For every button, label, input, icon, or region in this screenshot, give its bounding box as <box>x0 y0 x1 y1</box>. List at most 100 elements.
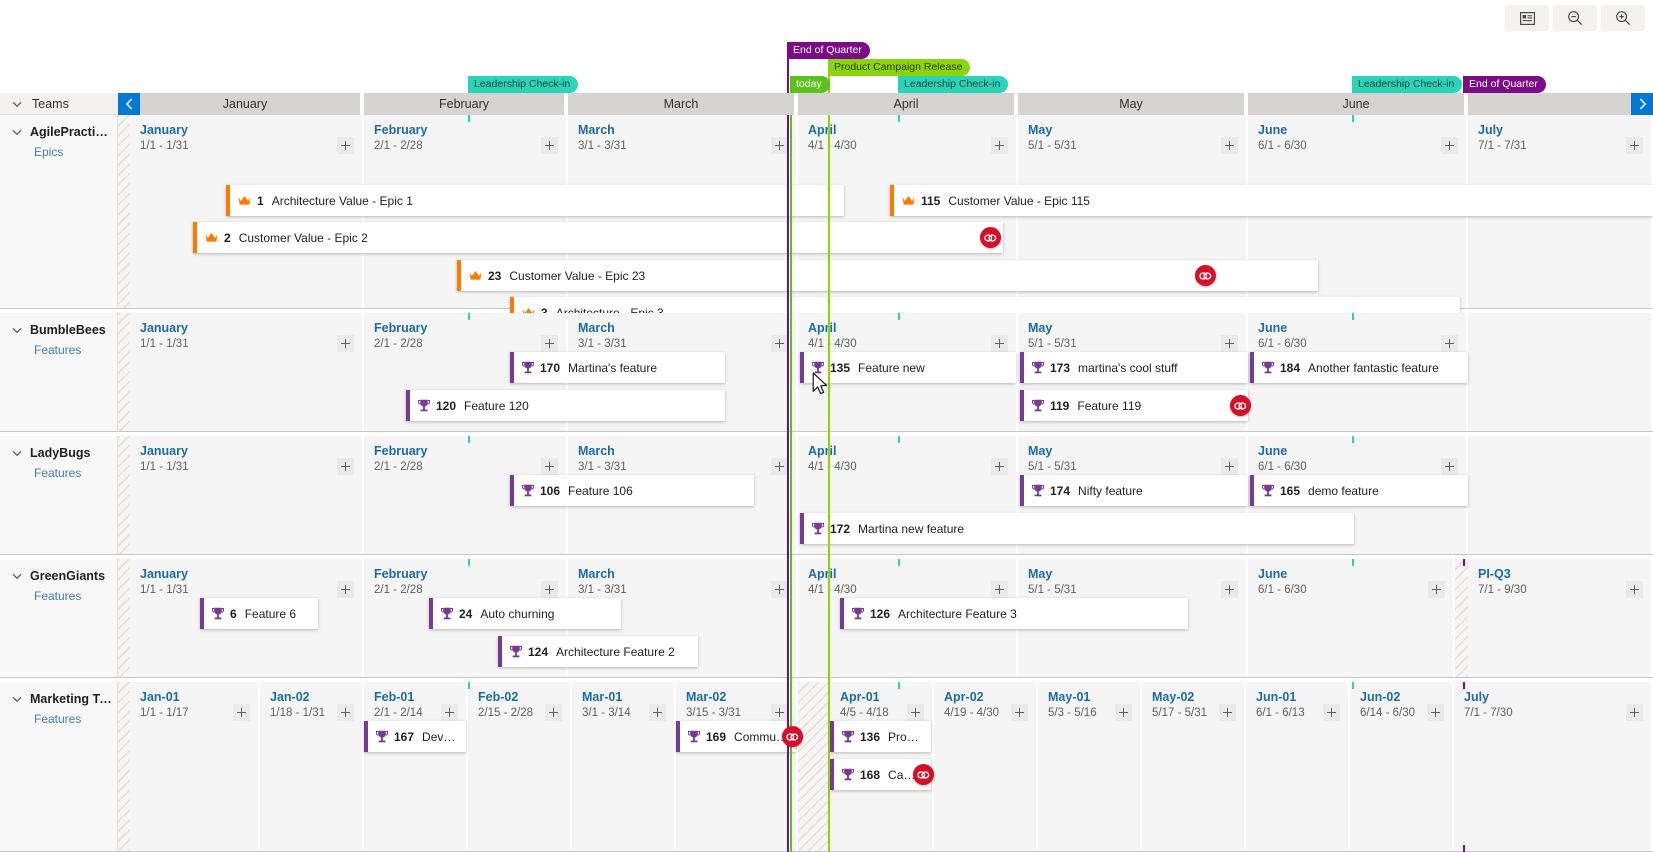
epic-card[interactable]: 115 Customer Value - Epic 115 <box>890 185 1653 216</box>
feature-card[interactable]: 169Communica... <box>676 721 796 752</box>
zoom-in-button[interactable] <box>1601 5 1645 31</box>
feature-card[interactable]: 170 Martina's feature <box>510 352 725 383</box>
feature-card[interactable]: 124 Architecture Feature 2 <box>498 636 698 667</box>
add-work-item-button[interactable] <box>233 704 250 721</box>
add-work-item-button[interactable] <box>541 335 558 352</box>
add-work-item-button[interactable] <box>991 137 1008 154</box>
dependency-badge[interactable] <box>782 726 803 747</box>
iteration-cell[interactable]: June 6/1 - 6/30 <box>1248 559 1455 677</box>
add-work-item-button[interactable] <box>907 704 924 721</box>
milestone-end-of-quarter-apr[interactable]: End of Quarter <box>787 42 870 59</box>
feature-card[interactable]: 136 Produc... <box>830 721 931 752</box>
feature-card[interactable]: 119 Feature 119 <box>1020 390 1248 421</box>
epic-card[interactable]: 1 Architecture Value - Epic 1 <box>226 185 844 216</box>
add-work-item-button[interactable] <box>545 704 562 721</box>
add-work-item-button[interactable] <box>337 581 354 598</box>
add-work-item-button[interactable] <box>1427 704 1444 721</box>
add-work-item-button[interactable] <box>1219 704 1236 721</box>
dependency-badge[interactable] <box>1230 395 1251 416</box>
teams-column-header[interactable]: Teams <box>0 93 118 115</box>
iteration-cell[interactable]: Jun-02 6/14 - 6/30 <box>1350 682 1454 851</box>
add-work-item-button[interactable] <box>771 137 788 154</box>
iteration-cell[interactable]: Mar-02 3/15 - 3/31 <box>676 682 798 851</box>
feature-card[interactable]: 165 demo feature <box>1250 475 1468 506</box>
iteration-cell[interactable]: Feb-02 2/15 - 2/28 <box>468 682 572 851</box>
add-work-item-button[interactable] <box>541 137 558 154</box>
add-work-item-button[interactable] <box>771 458 788 475</box>
milestone-product-campaign-release[interactable]: Product Campaign Release <box>828 59 971 76</box>
chevron-down-icon[interactable] <box>12 692 22 706</box>
chevron-down-icon[interactable] <box>12 446 22 460</box>
iteration-cell[interactable]: Jan-01 1/1 - 1/17 <box>130 682 260 851</box>
milestone-end-of-quarter-jul[interactable]: End of Quarter <box>1463 76 1546 93</box>
milestone-leadership-check-in-jun[interactable]: Leadership Check-in <box>1352 76 1463 93</box>
add-work-item-button[interactable] <box>991 335 1008 352</box>
add-work-item-button[interactable] <box>1626 704 1643 721</box>
add-work-item-button[interactable] <box>1221 581 1238 598</box>
dependency-badge[interactable] <box>980 227 1001 248</box>
add-work-item-button[interactable] <box>337 704 354 721</box>
add-work-item-button[interactable] <box>649 704 666 721</box>
feature-card[interactable]: 172 Martina new feature <box>800 513 1354 544</box>
zoom-out-button[interactable] <box>1553 5 1597 31</box>
feature-card[interactable]: 120 Feature 120 <box>406 390 725 421</box>
add-work-item-button[interactable] <box>1323 704 1340 721</box>
iteration-cell[interactable]: Mar-01 3/1 - 3/14 <box>572 682 676 851</box>
add-work-item-button[interactable] <box>1221 458 1238 475</box>
add-work-item-button[interactable] <box>441 704 458 721</box>
scroll-left-button[interactable] <box>118 93 140 115</box>
add-work-item-button[interactable] <box>1626 137 1643 154</box>
team-label-cell-marketing-team[interactable]: Marketing Team Features <box>0 682 118 851</box>
plan-settings-button[interactable] <box>1505 5 1549 31</box>
add-work-item-button[interactable] <box>1221 335 1238 352</box>
team-label-cell-bumblebees[interactable]: BumbleBees Features <box>0 313 118 431</box>
feature-card[interactable]: 106 Feature 106 <box>510 475 754 506</box>
iteration-cell[interactable]: May-01 5/3 - 5/16 <box>1038 682 1142 851</box>
team-label-cell-greengiants[interactable]: GreenGiants Features <box>0 559 118 677</box>
iteration-cell[interactable] <box>1468 436 1653 554</box>
iteration-cell[interactable]: PI-Q3 7/1 - 9/30 <box>1468 559 1653 677</box>
team-label-cell-agilepractices-t[interactable]: AgilePractices T... Epics <box>0 115 118 308</box>
feature-card[interactable]: 24 Auto churning <box>429 598 621 629</box>
add-work-item-button[interactable] <box>541 581 558 598</box>
milestone-leadership-check-in-apr[interactable]: Leadership Check-in <box>898 76 1009 93</box>
add-work-item-button[interactable] <box>991 581 1008 598</box>
iteration-cell[interactable]: Feb-01 2/1 - 2/14 <box>364 682 468 851</box>
chevron-down-icon[interactable] <box>12 323 22 337</box>
feature-card[interactable]: 135 Feature new <box>800 352 1016 383</box>
add-work-item-button[interactable] <box>771 581 788 598</box>
epic-card[interactable]: 2 Customer Value - Epic 2 <box>193 222 1003 253</box>
add-work-item-button[interactable] <box>337 335 354 352</box>
add-work-item-button[interactable] <box>1428 581 1445 598</box>
add-work-item-button[interactable] <box>771 704 788 721</box>
feature-card[interactable]: 167 Develo... <box>364 721 466 752</box>
feature-card[interactable]: 173 martina's cool stuff <box>1020 352 1248 383</box>
add-work-item-button[interactable] <box>337 137 354 154</box>
team-label-cell-ladybugs[interactable]: LadyBugs Features <box>0 436 118 554</box>
marker-today[interactable]: today <box>790 76 830 93</box>
chevron-down-icon[interactable] <box>12 569 22 583</box>
dependency-badge[interactable] <box>1195 265 1216 286</box>
epic-card[interactable]: 23 Customer Value - Epic 23 <box>457 260 1318 291</box>
add-work-item-button[interactable] <box>541 458 558 475</box>
add-work-item-button[interactable] <box>1441 335 1458 352</box>
add-work-item-button[interactable] <box>1115 704 1132 721</box>
chevron-down-icon[interactable] <box>12 125 22 139</box>
scroll-right-button[interactable] <box>1631 93 1653 115</box>
feature-card[interactable]: 174 Nifty feature <box>1020 475 1248 506</box>
add-work-item-button[interactable] <box>991 458 1008 475</box>
iteration-cell[interactable]: January 1/1 - 1/31 <box>130 313 364 431</box>
add-work-item-button[interactable] <box>1221 137 1238 154</box>
iteration-cell[interactable]: Jun-01 6/1 - 6/13 <box>1246 682 1350 851</box>
feature-card[interactable]: 184 Another fantastic feature <box>1250 352 1468 383</box>
add-work-item-button[interactable] <box>1626 581 1643 598</box>
feature-card[interactable]: 126 Architecture Feature 3 <box>840 598 1188 629</box>
iteration-cell[interactable]: May-02 5/17 - 5/31 <box>1142 682 1246 851</box>
feature-card[interactable]: 6 Feature 6 <box>200 598 318 629</box>
add-work-item-button[interactable] <box>1011 704 1028 721</box>
add-work-item-button[interactable] <box>771 335 788 352</box>
iteration-cell[interactable]: January 1/1 - 1/31 <box>130 436 364 554</box>
add-work-item-button[interactable] <box>337 458 354 475</box>
add-work-item-button[interactable] <box>1441 458 1458 475</box>
iteration-cell[interactable]: Jan-02 1/18 - 1/31 <box>260 682 364 851</box>
